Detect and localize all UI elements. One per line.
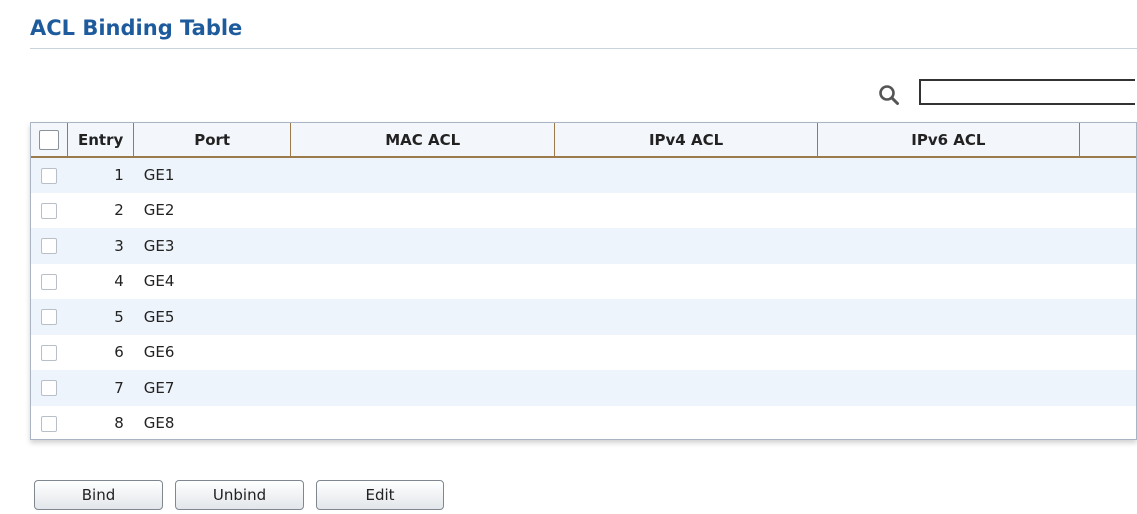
filler-cell [1080,370,1137,406]
mac-acl-cell [291,264,555,300]
entry-cell: 5 [114,307,124,326]
filler-cell [1080,228,1137,264]
row-checkbox[interactable] [41,167,58,184]
port-cell: GE6 [143,343,175,362]
row-checkbox[interactable] [41,309,58,326]
entry-cell: 4 [114,272,124,291]
table-row[interactable]: 6 GE6 [31,334,1137,371]
entry-cell: 3 [114,236,124,255]
ipv6-acl-cell [817,335,1079,371]
acl-binding-page: ACL Binding Table Entry Port MAC ACL IPv… [0,0,1137,514]
ipv4-acl-cell [555,193,817,229]
column-header-entry[interactable]: Entry [67,123,135,158]
table-row[interactable]: 3 GE3 [31,228,1136,264]
ipv6-acl-cell [817,406,1079,440]
port-cell: GE4 [143,272,175,291]
port-cell: GE2 [143,201,175,220]
ipv4-acl-cell [555,264,817,300]
port-cell: GE1 [143,166,175,185]
ipv4-acl-cell [555,299,817,335]
row-checkbox-cell [31,264,68,300]
mac-acl-cell [291,370,555,406]
page-title: ACL Binding Table [30,16,243,40]
ipv6-acl-cell [817,157,1079,193]
row-checkbox-cell [31,157,68,193]
mac-acl-cell [291,228,555,264]
column-header-ipv6-acl[interactable]: IPv6 ACL [817,123,1081,158]
ipv6-acl-cell [817,370,1079,406]
table-row[interactable]: 8 GE8 [31,405,1137,440]
ipv6-acl-cell [817,193,1079,229]
row-checkbox-cell [31,406,68,440]
port-cell: GE8 [143,414,175,433]
row-checkbox[interactable] [41,344,58,361]
filler-cell [1080,406,1137,440]
column-header-ipv4-acl[interactable]: IPv4 ACL [554,123,818,158]
port-cell: GE7 [143,378,175,397]
row-checkbox[interactable] [41,202,58,219]
ipv4-acl-cell [555,370,817,406]
table-row[interactable]: 1 GE1 [31,157,1136,193]
select-all-cell [31,123,68,158]
table-row[interactable]: 5 GE5 [31,299,1136,335]
ipv6-acl-cell [817,264,1079,300]
unbind-button[interactable]: Unbind [175,480,304,510]
column-header-filler [1079,123,1136,158]
mac-acl-cell [291,335,555,371]
title-divider [30,48,1137,49]
ipv6-acl-cell [817,228,1079,264]
table-header-row: Entry Port MAC ACL IPv4 ACL IPv6 ACL [31,123,1136,158]
filler-cell [1080,193,1137,229]
search-input[interactable] [919,79,1135,105]
mac-acl-cell [291,406,555,440]
port-cell: GE5 [143,307,175,326]
row-checkbox-cell [31,228,68,264]
entry-cell: 2 [114,201,124,220]
bind-button[interactable]: Bind [34,480,163,510]
row-checkbox[interactable] [41,380,58,397]
row-checkbox[interactable] [41,238,58,255]
row-checkbox-cell [31,193,68,229]
ipv4-acl-cell [555,157,817,193]
row-checkbox-cell [31,335,68,371]
filler-cell [1080,335,1137,371]
edit-button[interactable]: Edit [316,480,444,510]
table-body: 1 GE1 2 GE2 3 GE3 4 GE4 5 GE5 6 GE6 7 GE7 8 GE8 [31,157,1137,440]
acl-binding-table: Entry Port MAC ACL IPv4 ACL IPv6 ACL 1 GE… [30,122,1137,440]
search-icon[interactable] [878,84,900,106]
filler-cell [1080,157,1137,193]
mac-acl-cell [291,157,555,193]
ipv4-acl-cell [555,335,817,371]
ipv6-acl-cell [817,299,1079,335]
select-all-checkbox[interactable] [39,129,59,150]
entry-cell: 8 [114,414,124,433]
entry-cell: 6 [114,343,124,362]
filler-cell [1080,264,1137,300]
ipv4-acl-cell [555,406,817,440]
column-header-port[interactable]: Port [133,123,291,158]
table-row[interactable]: 7 GE7 [31,370,1136,406]
table-row[interactable]: 4 GE4 [31,263,1137,300]
entry-cell: 7 [114,378,124,397]
row-checkbox[interactable] [41,273,58,290]
mac-acl-cell [291,299,555,335]
ipv4-acl-cell [555,228,817,264]
filler-cell [1080,299,1137,335]
port-cell: GE3 [143,236,175,255]
table-row[interactable]: 2 GE2 [31,192,1137,229]
entry-cell: 1 [114,166,124,185]
column-header-mac-acl[interactable]: MAC ACL [290,123,556,158]
row-checkbox-cell [31,370,68,406]
row-checkbox[interactable] [41,415,58,432]
row-checkbox-cell [31,299,68,335]
mac-acl-cell [291,193,555,229]
